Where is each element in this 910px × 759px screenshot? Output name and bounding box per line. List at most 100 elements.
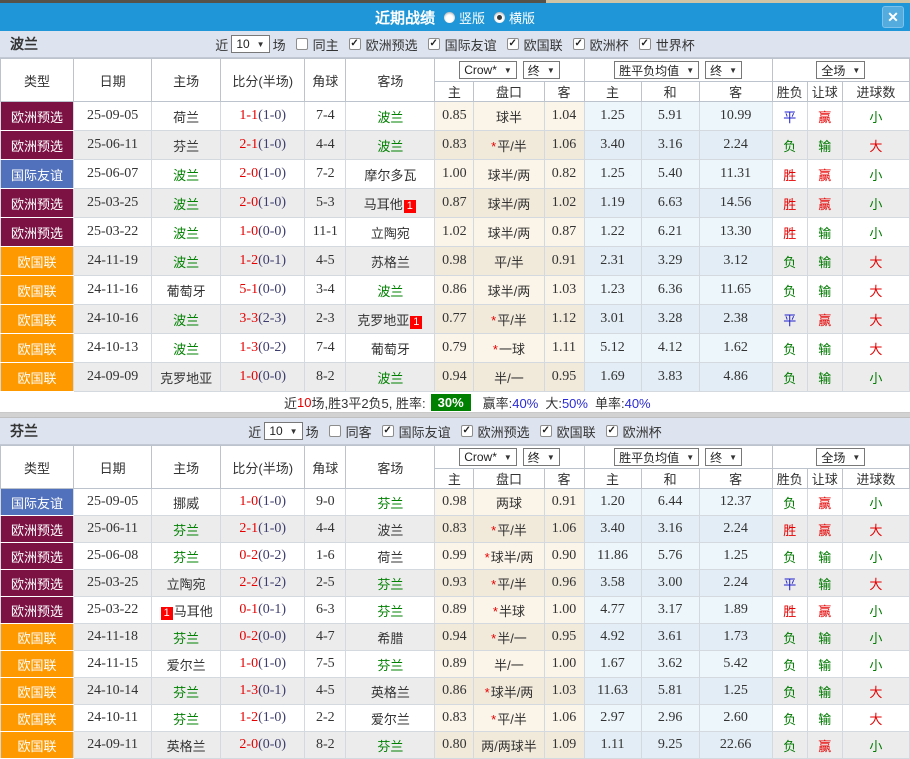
sections-container: 波兰近10▼场同主✓欧洲预选✓国际友谊✓欧国联✓欧洲杯✓世界杯类型日期主场比分(… xyxy=(0,31,910,759)
final-avg-select[interactable]: 终▼ xyxy=(705,61,742,79)
corner-count: 7-4 xyxy=(305,102,346,131)
scope-select[interactable]: 全场▼ xyxy=(816,448,865,466)
avg-odds-select[interactable]: 胜平负均值▼ xyxy=(614,61,699,79)
scope-select[interactable]: 全场▼ xyxy=(816,61,865,79)
avg-draw: 3.16 xyxy=(641,131,699,160)
layout-option-vertical[interactable]: 竖版 xyxy=(444,8,485,27)
match-score: 1-2(1-0) xyxy=(221,705,305,732)
filter-label-near: 近 xyxy=(248,422,261,441)
avg-draw: 5.76 xyxy=(641,543,699,570)
corner-count: 2-3 xyxy=(305,305,346,334)
filter-checkbox-competition[interactable]: ✓ xyxy=(349,38,361,50)
filter-bar: 波兰近10▼场同主✓欧洲预选✓国际友谊✓欧国联✓欧洲杯✓世界杯 xyxy=(0,31,910,58)
sub-col-header: 胜负 xyxy=(772,82,807,102)
away-team: 摩尔多瓦 xyxy=(346,160,435,189)
handicap-line: 球半/两 xyxy=(474,276,544,305)
match-score: 2-1(1-0) xyxy=(221,516,305,543)
competition-type-badge: 欧洲预选 xyxy=(1,218,74,247)
final-odds-select[interactable]: 终▼ xyxy=(523,61,560,79)
away-team: 波兰 xyxy=(346,363,435,392)
match-count-select[interactable]: 10▼ xyxy=(231,35,269,53)
filter-checkbox-competition[interactable]: ✓ xyxy=(382,425,394,437)
handicap-line: *球半/两 xyxy=(474,543,544,570)
filter-checkbox-competition[interactable]: ✓ xyxy=(606,425,618,437)
match-date: 24-10-13 xyxy=(74,334,152,363)
result-win-draw-loss: 负 xyxy=(772,276,807,305)
result-win-draw-loss: 胜 xyxy=(772,218,807,247)
match-count-select[interactable]: 10▼ xyxy=(264,422,302,440)
competition-type-badge: 国际友谊 xyxy=(1,489,74,516)
titlebar: 近期战绩 竖版 横版 ✕ xyxy=(0,3,910,31)
chevron-down-icon: ▼ xyxy=(547,453,555,462)
filter-checkbox-same-venue[interactable] xyxy=(329,425,341,437)
match-row: 欧洲预选25-03-221马耳他0-1(0-1)6-3芬兰0.89*半球1.00… xyxy=(1,597,910,624)
odds-away: 1.04 xyxy=(544,102,584,131)
away-team: 波兰 xyxy=(346,102,435,131)
odds-source-select[interactable]: Crow*▼ xyxy=(459,448,517,466)
corner-count: 4-4 xyxy=(305,131,346,160)
avg-away: 2.24 xyxy=(699,516,772,543)
avg-away: 12.37 xyxy=(699,489,772,516)
odds-source-select[interactable]: Crow*▼ xyxy=(459,61,517,79)
select-value: 终 xyxy=(710,62,722,79)
radio-icon[interactable] xyxy=(444,12,455,23)
home-team: 波兰 xyxy=(152,189,221,218)
odds-away: 1.06 xyxy=(544,131,584,160)
corner-count: 4-5 xyxy=(305,678,346,705)
odds-home: 0.93 xyxy=(435,570,474,597)
result-handicap: 赢 xyxy=(807,305,842,334)
match-row: 欧国联24-09-11英格兰2-0(0-0)8-2芬兰0.80两/两球半1.09… xyxy=(1,732,910,759)
result-win-draw-loss: 负 xyxy=(772,678,807,705)
col-header-corner: 角球 xyxy=(305,59,346,102)
filter-checkbox-competition[interactable]: ✓ xyxy=(540,425,552,437)
odds-home: 1.00 xyxy=(435,160,474,189)
col-header-date: 日期 xyxy=(74,59,152,102)
home-team: 荷兰 xyxy=(152,102,221,131)
filter-checkbox-competition[interactable]: ✓ xyxy=(573,38,585,50)
odds-away: 0.95 xyxy=(544,363,584,392)
filter-checkbox-competition[interactable]: ✓ xyxy=(507,38,519,50)
avg-draw: 6.36 xyxy=(641,276,699,305)
result-goals: 小 xyxy=(842,189,909,218)
avg-draw: 6.21 xyxy=(641,218,699,247)
avg-odds-select[interactable]: 胜平负均值▼ xyxy=(614,448,699,466)
sub-col-header: 盘口 xyxy=(474,82,544,102)
sub-col-header: 和 xyxy=(641,82,699,102)
filter-checkbox-competition[interactable]: ✓ xyxy=(428,38,440,50)
layout-option-horizontal[interactable]: 横版 xyxy=(494,8,535,27)
final-odds-select[interactable]: 终▼ xyxy=(523,448,560,466)
avg-home: 1.19 xyxy=(584,189,641,218)
window-title: 近期战绩 xyxy=(375,7,435,28)
avg-away: 1.73 xyxy=(699,624,772,651)
match-date: 25-06-11 xyxy=(74,131,152,160)
handicap-line: 两球 xyxy=(474,489,544,516)
chevron-down-icon: ▼ xyxy=(257,40,265,49)
odds-away: 1.02 xyxy=(544,189,584,218)
home-team: 芬兰 xyxy=(152,678,221,705)
summary-stat: 单率:40% xyxy=(595,393,651,412)
close-button[interactable]: ✕ xyxy=(882,6,904,28)
competition-type-badge: 欧国联 xyxy=(1,276,74,305)
away-team: 葡萄牙 xyxy=(346,334,435,363)
odds-home: 0.87 xyxy=(435,189,474,218)
win-rate-badge: 30% xyxy=(431,394,471,411)
competition-type-badge: 欧国联 xyxy=(1,334,74,363)
filter-checkbox-competition[interactable]: ✓ xyxy=(639,38,651,50)
match-score: 1-0(1-0) xyxy=(221,489,305,516)
competition-type-badge: 欧国联 xyxy=(1,705,74,732)
handicap-line: *平/半 xyxy=(474,570,544,597)
avg-draw: 3.83 xyxy=(641,363,699,392)
home-team: 立陶宛 xyxy=(152,570,221,597)
avg-home: 1.25 xyxy=(584,160,641,189)
filter-checkbox-same-venue[interactable] xyxy=(296,38,308,50)
avg-away: 4.86 xyxy=(699,363,772,392)
filter-label-unit: 场 xyxy=(273,35,286,54)
filter-checkbox-competition[interactable]: ✓ xyxy=(461,425,473,437)
avg-away: 3.12 xyxy=(699,247,772,276)
radio-icon[interactable] xyxy=(494,12,505,23)
handicap-line: 球半 xyxy=(474,102,544,131)
sub-col-header: 进球数 xyxy=(842,469,909,489)
competition-type-badge: 欧洲预选 xyxy=(1,131,74,160)
final-avg-select[interactable]: 终▼ xyxy=(705,448,742,466)
odds-home: 0.98 xyxy=(435,247,474,276)
